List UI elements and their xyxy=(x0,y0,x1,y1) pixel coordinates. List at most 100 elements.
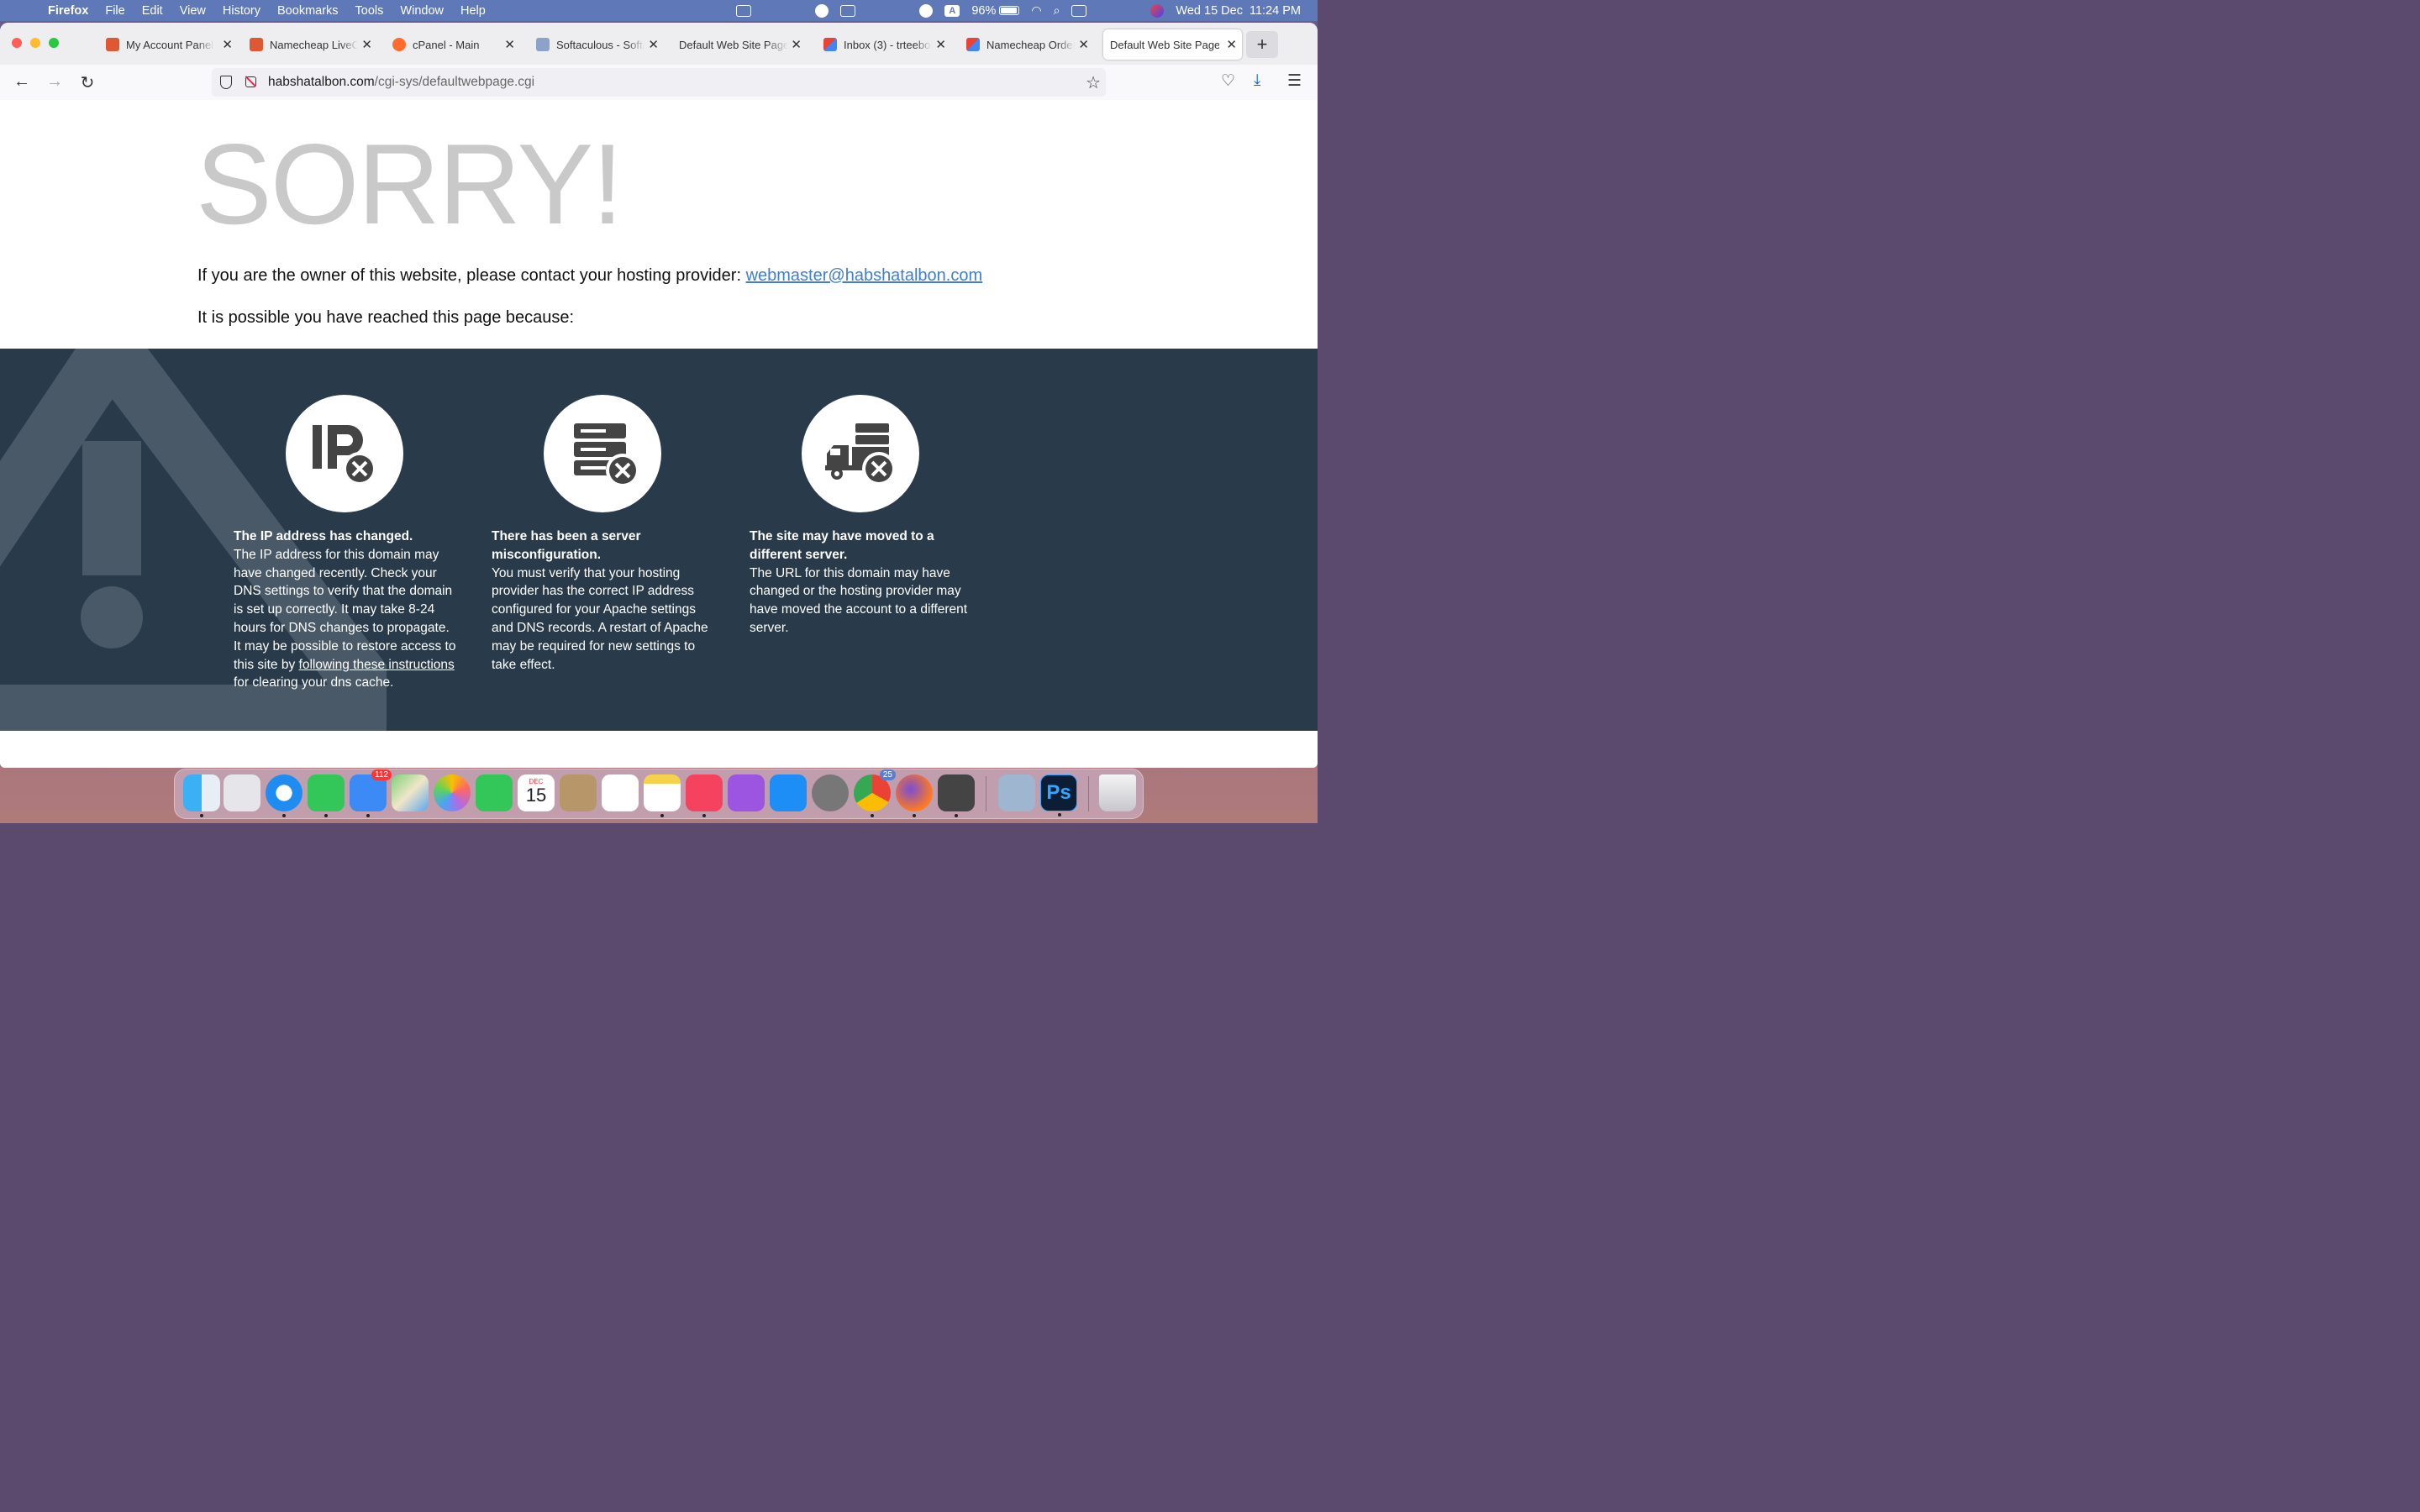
menu-file[interactable]: File xyxy=(105,4,124,18)
dock-trash-icon[interactable] xyxy=(1099,774,1136,811)
tab-namecheap-livechat[interactable]: Namecheap LiveChat ✕ xyxy=(243,29,377,60)
creative-cloud-icon[interactable] xyxy=(815,3,829,18)
tab-close-icon[interactable]: ✕ xyxy=(791,37,802,52)
wifi-icon[interactable]: ◠ xyxy=(1031,3,1041,18)
fullscreen-window-button[interactable] xyxy=(49,38,59,48)
reasons-band: The IP address has changed. The IP addre… xyxy=(0,349,1318,731)
reason-body: The IP address for this domain may have … xyxy=(234,546,456,692)
tracking-protection-shield-icon[interactable] xyxy=(220,76,232,89)
dock-calculator-icon[interactable] xyxy=(938,774,975,817)
tab-close-icon[interactable]: ✕ xyxy=(361,37,372,52)
reason-body: You must verify that your hosting provid… xyxy=(492,565,708,672)
tab-close-icon[interactable]: ✕ xyxy=(1078,37,1089,52)
battery-status[interactable]: 96% xyxy=(971,4,1020,18)
url-text[interactable]: habshatalbon.com/cgi-sys/defaultwebpage.… xyxy=(268,75,534,90)
dock-app-store-icon[interactable] xyxy=(770,774,807,811)
calendar-day: 15 xyxy=(525,785,547,806)
reason-site-moved: The site may have moved to a different s… xyxy=(750,395,972,638)
menu-edit[interactable]: Edit xyxy=(142,4,163,18)
dock-photos-icon[interactable] xyxy=(434,774,471,811)
tab-close-icon[interactable]: ✕ xyxy=(935,37,946,52)
siri-icon[interactable] xyxy=(1150,3,1165,18)
back-arrow-icon[interactable]: ← xyxy=(11,72,33,92)
dock-mail-icon[interactable]: 112 xyxy=(350,769,392,817)
tab-cpanel[interactable]: cPanel - Main ✕ xyxy=(386,29,520,60)
tab-label: My Account Panel - Namecheap xyxy=(126,38,214,51)
tab-gmail-inbox[interactable]: Inbox (3) - trteeboi ✕ xyxy=(817,29,951,60)
cpanel-favicon-icon xyxy=(392,38,406,51)
tab-close-icon[interactable]: ✕ xyxy=(648,37,659,52)
firefox-window: My Account Panel - Namecheap ✕ Namecheap… xyxy=(0,23,1318,768)
server-moved-icon xyxy=(825,423,896,486)
vpn-shield-icon[interactable] xyxy=(736,4,752,17)
spotlight-search-icon[interactable]: ⌕ xyxy=(1054,3,1060,18)
menu-bookmarks[interactable]: Bookmarks xyxy=(277,4,339,18)
tab-label: Default Web Site Page xyxy=(1110,38,1219,51)
reason-ip-changed: The IP address has changed. The IP addre… xyxy=(234,395,456,692)
bookmark-star-icon[interactable]: ☆ xyxy=(1086,72,1101,93)
control-center-icon[interactable] xyxy=(1071,4,1087,17)
dock-divider xyxy=(1088,776,1089,811)
dock-facetime-icon[interactable] xyxy=(476,774,513,811)
dock-system-preferences-icon[interactable] xyxy=(812,774,849,811)
reload-icon[interactable]: ↻ xyxy=(76,72,98,93)
webmaster-email-link[interactable]: webmaster@habshatalbon.com xyxy=(746,266,983,285)
play-icon[interactable] xyxy=(919,3,934,18)
input-source-icon[interactable]: A xyxy=(944,4,960,17)
dock-notes-icon[interactable] xyxy=(644,774,681,817)
dns-instructions-link[interactable]: following these instructions xyxy=(299,658,455,672)
tab-label: cPanel - Main xyxy=(413,38,480,51)
dock-contacts-icon[interactable] xyxy=(560,774,597,811)
tab-bar: My Account Panel - Namecheap ✕ Namecheap… xyxy=(0,23,1318,65)
running-indicator xyxy=(702,814,706,817)
dock-launchpad-icon[interactable] xyxy=(224,774,260,811)
tab-close-icon[interactable]: ✕ xyxy=(504,37,515,52)
dock-chrome-icon[interactable]: 25 xyxy=(854,769,896,817)
tab-softaculous[interactable]: Softaculous - Softaculous ✕ xyxy=(529,29,664,60)
dock-maps-icon[interactable] xyxy=(392,774,429,811)
running-indicator xyxy=(1058,813,1061,816)
dock-preview-icon[interactable] xyxy=(998,774,1035,811)
url-domain: habshatalbon.com xyxy=(268,75,375,89)
tab-close-icon[interactable]: ✕ xyxy=(222,37,233,52)
screen-mirror-icon[interactable] xyxy=(840,4,856,17)
dock-finder-icon[interactable] xyxy=(183,774,220,817)
running-indicator xyxy=(282,814,286,817)
mail-unread-badge: 112 xyxy=(371,769,392,780)
menu-help[interactable]: Help xyxy=(460,4,486,18)
menu-app-name[interactable]: Firefox xyxy=(48,4,88,18)
running-indicator xyxy=(200,814,203,817)
tab-close-icon[interactable]: ✕ xyxy=(1226,37,1237,52)
insecure-lock-icon[interactable] xyxy=(245,76,256,87)
running-indicator xyxy=(955,814,958,817)
dock-reminders-icon[interactable] xyxy=(602,774,639,811)
dock-calendar-icon[interactable]: DEC 15 xyxy=(518,774,555,811)
menu-tools[interactable]: Tools xyxy=(355,4,384,18)
hamburger-menu-icon[interactable]: ☰ xyxy=(1287,71,1302,91)
chrome-badge: 25 xyxy=(879,769,896,780)
dock-music-icon[interactable] xyxy=(686,774,723,817)
new-tab-button[interactable]: + xyxy=(1246,31,1278,58)
minimize-window-button[interactable] xyxy=(30,38,40,48)
url-bar[interactable]: habshatalbon.com/cgi-sys/defaultwebpage.… xyxy=(212,68,1106,97)
tab-namecheap-order[interactable]: Namecheap Order ✕ xyxy=(960,29,1094,60)
dock-firefox-icon[interactable] xyxy=(896,774,933,817)
menu-history[interactable]: History xyxy=(223,4,260,18)
downloads-icon[interactable]: ⤓ xyxy=(1254,71,1260,90)
menu-window[interactable]: Window xyxy=(400,4,444,18)
tab-default-web-site-page-active[interactable]: Default Web Site Page ✕ xyxy=(1103,29,1242,60)
forward-arrow-icon[interactable]: → xyxy=(44,72,66,92)
dock-safari-icon[interactable] xyxy=(266,774,302,817)
dock-messages-icon[interactable] xyxy=(308,774,345,817)
url-path: /cgi-sys/defaultwebpage.cgi xyxy=(374,75,535,89)
dock-photoshop-icon[interactable]: Ps xyxy=(1040,774,1077,816)
tab-label: Namecheap LiveChat xyxy=(270,38,358,51)
menu-view[interactable]: View xyxy=(180,4,206,18)
menu-clock[interactable]: Wed 15 Dec 11:24 PM xyxy=(1176,4,1301,18)
tab-namecheap-account[interactable]: My Account Panel - Namecheap ✕ xyxy=(99,29,238,60)
close-window-button[interactable] xyxy=(12,38,22,48)
gmail-favicon-icon xyxy=(823,38,837,51)
dock-podcasts-icon[interactable] xyxy=(728,774,765,811)
tab-default-web-site-page[interactable]: Default Web Site Page ✕ xyxy=(672,29,807,60)
pocket-icon[interactable]: ♡ xyxy=(1221,71,1235,91)
